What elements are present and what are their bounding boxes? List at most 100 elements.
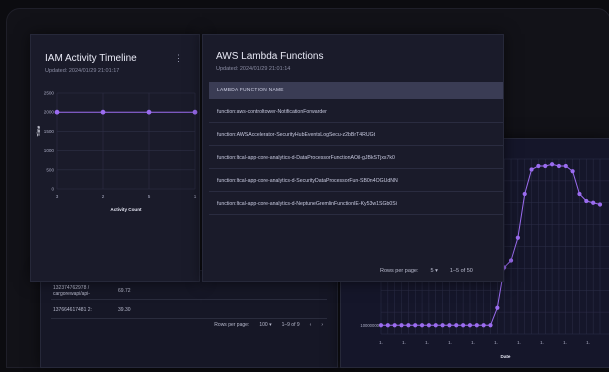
data-point: [385, 323, 390, 328]
updated-timestamp: Updated: 2024/01/29 21:01:17: [45, 68, 120, 74]
table-cell-name: 137664617481 2:: [53, 307, 92, 313]
data-point: [556, 163, 562, 169]
x-tick-label: 1.: [471, 340, 475, 345]
y-tick-label: 2500: [44, 91, 55, 96]
data-point: [570, 169, 575, 174]
data-point: [529, 167, 534, 172]
y-tick-label: 2000: [44, 110, 55, 115]
y-tick-label: 1500: [44, 129, 55, 134]
table-cell-name: 132374762978 / cargorewapi/api-: [53, 285, 90, 297]
data-point: [378, 323, 384, 328]
x-tick-label: 2: [102, 194, 105, 199]
table-cell-value: 69.72: [118, 288, 131, 294]
y-tick-label: 0: [51, 187, 54, 192]
rows-per-page-select[interactable]: 5 ▾: [431, 268, 438, 274]
x-tick-label: 1.: [402, 340, 406, 345]
x-axis-label: Date: [501, 354, 511, 359]
data-point: [433, 323, 438, 328]
table-pagination: Rows per page: 100 ▾ 1–9 of 9 ‹ ›: [214, 322, 323, 328]
data-point: [508, 258, 514, 263]
data-point: [515, 235, 520, 240]
kebab-icon[interactable]: ⋮: [174, 53, 183, 64]
table-row[interactable]: function:ltcal-app-core-analytics-d-Nept…: [209, 192, 503, 215]
data-point: [426, 323, 432, 328]
lambda-pagination: Rows per page: 5 ▾ 1–5 of 50: [380, 268, 473, 274]
table-cell-value: 39.30: [118, 307, 131, 313]
y-tick-label: 500: [46, 167, 54, 172]
cost-table-panel: 132374762978 / cargorewapi/api- 69.72 13…: [40, 270, 338, 368]
updated-timestamp: Updated: 2024/01/29 21:01:14: [216, 66, 291, 72]
table-row[interactable]: function:ltcal-app-core-analytics-d-Secu…: [209, 169, 503, 192]
function-name: function:AWSAccelerator-SecurityHubEvent…: [217, 132, 376, 138]
data-point: [100, 109, 106, 115]
x-tick-label: 1: [194, 194, 197, 199]
data-point: [447, 323, 452, 328]
function-name: function:ltcal-app-core-analytics-d-Nept…: [217, 201, 397, 207]
x-tick-label: 5: [148, 194, 151, 199]
table-row[interactable]: function:AWSAccelerator-SecurityHubEvent…: [209, 123, 503, 146]
x-tick-label: 1.: [379, 340, 383, 345]
y-axis-label: Time: [36, 125, 41, 136]
x-tick-label: 3: [56, 194, 59, 199]
column-header-function-name: LAMBDA FUNCTION NAME: [217, 88, 284, 93]
data-point: [467, 323, 473, 328]
table-row[interactable]: 132374762978 / cargorewapi/api- 69.72: [51, 283, 327, 300]
data-point: [577, 191, 582, 197]
data-point: [54, 109, 60, 115]
chevron-left-icon[interactable]: ‹: [310, 322, 312, 328]
rows-per-page-select[interactable]: 100 ▾: [259, 322, 271, 328]
chevron-down-icon: ▾: [435, 268, 438, 274]
function-name: function:aws-controltower-NotificationFo…: [217, 109, 327, 115]
data-point: [563, 163, 568, 169]
x-tick-label: 1.: [494, 340, 498, 345]
data-point: [419, 323, 425, 328]
data-point: [454, 323, 459, 328]
table-row[interactable]: function:aws-controltower-NotificationFo…: [209, 100, 503, 123]
data-point: [481, 323, 486, 328]
data-point: [192, 109, 198, 115]
chevron-down-icon: ▾: [269, 322, 272, 328]
data-point: [584, 198, 589, 204]
data-point: [543, 163, 548, 169]
x-tick-label: 1.: [586, 340, 590, 345]
x-axis-label: Activity Count: [110, 207, 142, 212]
x-tick-label: 1.: [563, 340, 567, 345]
x-tick-label: 1.: [540, 340, 544, 345]
x-tick-label: 1.: [425, 340, 429, 345]
y-tick-label: 10000000: [360, 323, 379, 328]
chevron-right-icon[interactable]: ›: [321, 322, 323, 328]
data-point: [549, 162, 555, 167]
rows-per-page-label: Rows per page:: [214, 322, 250, 328]
function-name: function:ltcal-app-core-analytics-d-Secu…: [217, 178, 398, 184]
data-point: [392, 323, 397, 328]
function-name: function:ltcal-app-core-analytics-d-Data…: [217, 155, 395, 161]
x-tick-label: 1.: [448, 340, 452, 345]
data-point: [597, 202, 603, 207]
data-point: [474, 323, 479, 328]
y-tick-label: 1000: [44, 148, 55, 153]
data-point: [406, 323, 411, 328]
data-point: [413, 323, 418, 328]
iam-activity-panel: IAM Activity Timeline Updated: 2024/01/2…: [30, 34, 200, 282]
panel-title: AWS Lambda Functions: [216, 51, 324, 62]
iam-activity-chart: 2500 2000 1500 1000 500 03 2 5 1 Activity Count Ti…: [36, 91, 198, 212]
data-point: [146, 109, 152, 115]
data-point: [495, 305, 500, 310]
lambda-functions-panel: AWS Lambda Functions Updated: 2024/01/29…: [202, 34, 504, 282]
rows-per-page-value: 100: [259, 322, 268, 328]
x-tick-label: 1.: [517, 340, 521, 345]
page-range-text: 1–9 of 9: [281, 322, 300, 328]
rows-per-page-value: 5: [430, 268, 434, 274]
table-row[interactable]: 137664617481 2: 39.30: [51, 302, 327, 319]
panel-title: IAM Activity Timeline: [45, 53, 137, 64]
page-range-text: 1–5 of 50: [449, 268, 473, 274]
data-point: [536, 163, 541, 169]
data-point: [399, 323, 404, 328]
data-point: [440, 323, 445, 328]
data-point: [461, 323, 466, 328]
table-header[interactable]: LAMBDA FUNCTION NAME: [209, 82, 503, 99]
table-row[interactable]: function:ltcal-app-core-analytics-d-Data…: [209, 146, 503, 169]
data-point: [488, 323, 493, 328]
data-point: [591, 200, 596, 205]
data-point: [522, 191, 527, 197]
